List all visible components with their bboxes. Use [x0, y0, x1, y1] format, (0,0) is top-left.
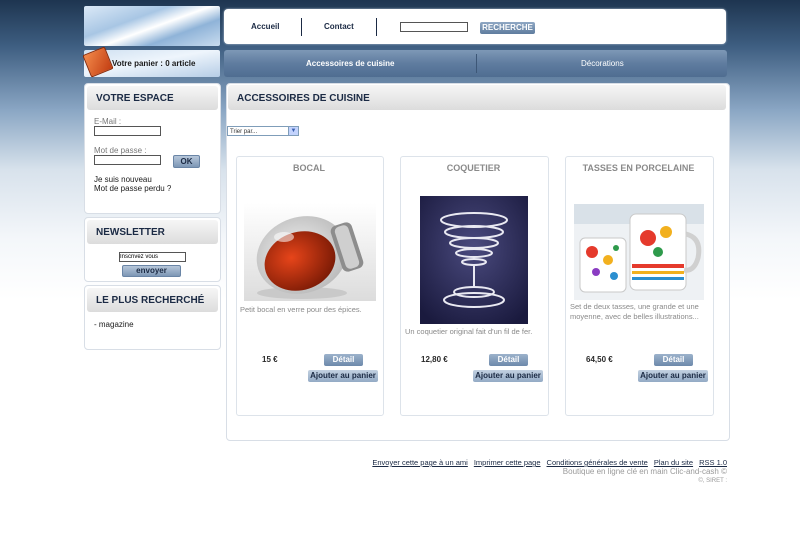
nav-contact[interactable]: Contact	[324, 22, 354, 31]
password-label: Mot de passe :	[94, 146, 147, 155]
nav-separator	[376, 18, 377, 36]
detail-button[interactable]: Détail	[489, 354, 528, 366]
footer-siret: ©, SIRET :	[698, 478, 727, 484]
login-ok-button[interactable]: OK	[173, 155, 200, 168]
login-box-title: VOTRE ESPACE	[87, 86, 218, 110]
footer-credit: Boutique en ligne clé en main Clic-and-c…	[562, 467, 727, 476]
search-input[interactable]	[400, 22, 468, 32]
new-account-link[interactable]: Je suis nouveau	[94, 175, 152, 184]
most-searched-item[interactable]: - magazine	[94, 320, 134, 329]
product-price: 12,80 €	[421, 355, 448, 364]
product-image-bocal[interactable]	[244, 203, 376, 301]
mugs-image	[574, 204, 704, 300]
email-field[interactable]	[94, 126, 161, 136]
footer-links: Envoyer cette page à un ami Imprimer cet…	[372, 458, 727, 467]
most-searched-box: LE PLUS RECHERCHÉ	[84, 285, 221, 350]
add-to-cart-button[interactable]: Ajouter au panier	[308, 370, 378, 382]
nav-accueil[interactable]: Accueil	[251, 22, 279, 31]
product-description: Set de deux tasses, une grande et une mo…	[570, 302, 699, 321]
product-price: 15 €	[262, 355, 278, 364]
category-decorations[interactable]: Décorations	[581, 59, 624, 68]
category-separator	[476, 54, 477, 73]
footer-link-rss[interactable]: RSS 1.0	[699, 458, 727, 467]
top-navigation	[224, 9, 726, 44]
product-description: Un coquetier original fait d'un fil de f…	[405, 327, 533, 336]
detail-button[interactable]: Détail	[324, 354, 363, 366]
category-accessoires[interactable]: Accessoires de cuisine	[306, 59, 395, 68]
footer-link-send-friend[interactable]: Envoyer cette page à un ami	[372, 458, 467, 467]
footer-link-print[interactable]: Imprimer cette page	[474, 458, 541, 467]
footer-link-terms[interactable]: Conditions générales de vente	[547, 458, 648, 467]
sort-select[interactable]: Trier par... ▼	[227, 126, 299, 136]
chevron-down-icon: ▼	[288, 127, 298, 135]
product-image-coquetier[interactable]	[420, 196, 528, 324]
footer-link-sitemap[interactable]: Plan du site	[654, 458, 693, 467]
egg-cup-image	[420, 196, 528, 324]
detail-button[interactable]: Détail	[654, 354, 693, 366]
nav-separator	[301, 18, 302, 36]
sort-select-value: Trier par...	[230, 129, 258, 135]
email-label: E-Mail :	[94, 117, 122, 126]
jar-image	[244, 203, 376, 301]
newsletter-email-input[interactable]	[119, 252, 186, 262]
product-name[interactable]: TASSES EN PORCELAINE	[565, 163, 712, 173]
site-logo-banner[interactable]	[84, 6, 220, 46]
lost-password-link[interactable]: Mot de passe perdu ?	[94, 184, 171, 193]
product-image-tasses[interactable]	[574, 204, 704, 300]
add-to-cart-button[interactable]: Ajouter au panier	[638, 370, 708, 382]
password-field[interactable]	[94, 155, 161, 165]
product-description: Petit bocal en verre pour des épices.	[240, 305, 362, 314]
most-searched-title: LE PLUS RECHERCHÉ	[87, 288, 218, 312]
page-title: ACCESSOIRES DE CUISINE	[228, 85, 726, 110]
product-price: 64,50 €	[586, 355, 613, 364]
cart-summary[interactable]: Votre panier : 0 article	[112, 59, 195, 68]
add-to-cart-button[interactable]: Ajouter au panier	[473, 370, 543, 382]
newsletter-send-button[interactable]: envoyer	[122, 265, 181, 277]
product-name[interactable]: BOCAL	[236, 163, 382, 173]
product-name[interactable]: COQUETIER	[400, 163, 547, 173]
newsletter-title: NEWSLETTER	[87, 220, 218, 244]
search-button[interactable]: RECHERCHE	[480, 22, 535, 34]
